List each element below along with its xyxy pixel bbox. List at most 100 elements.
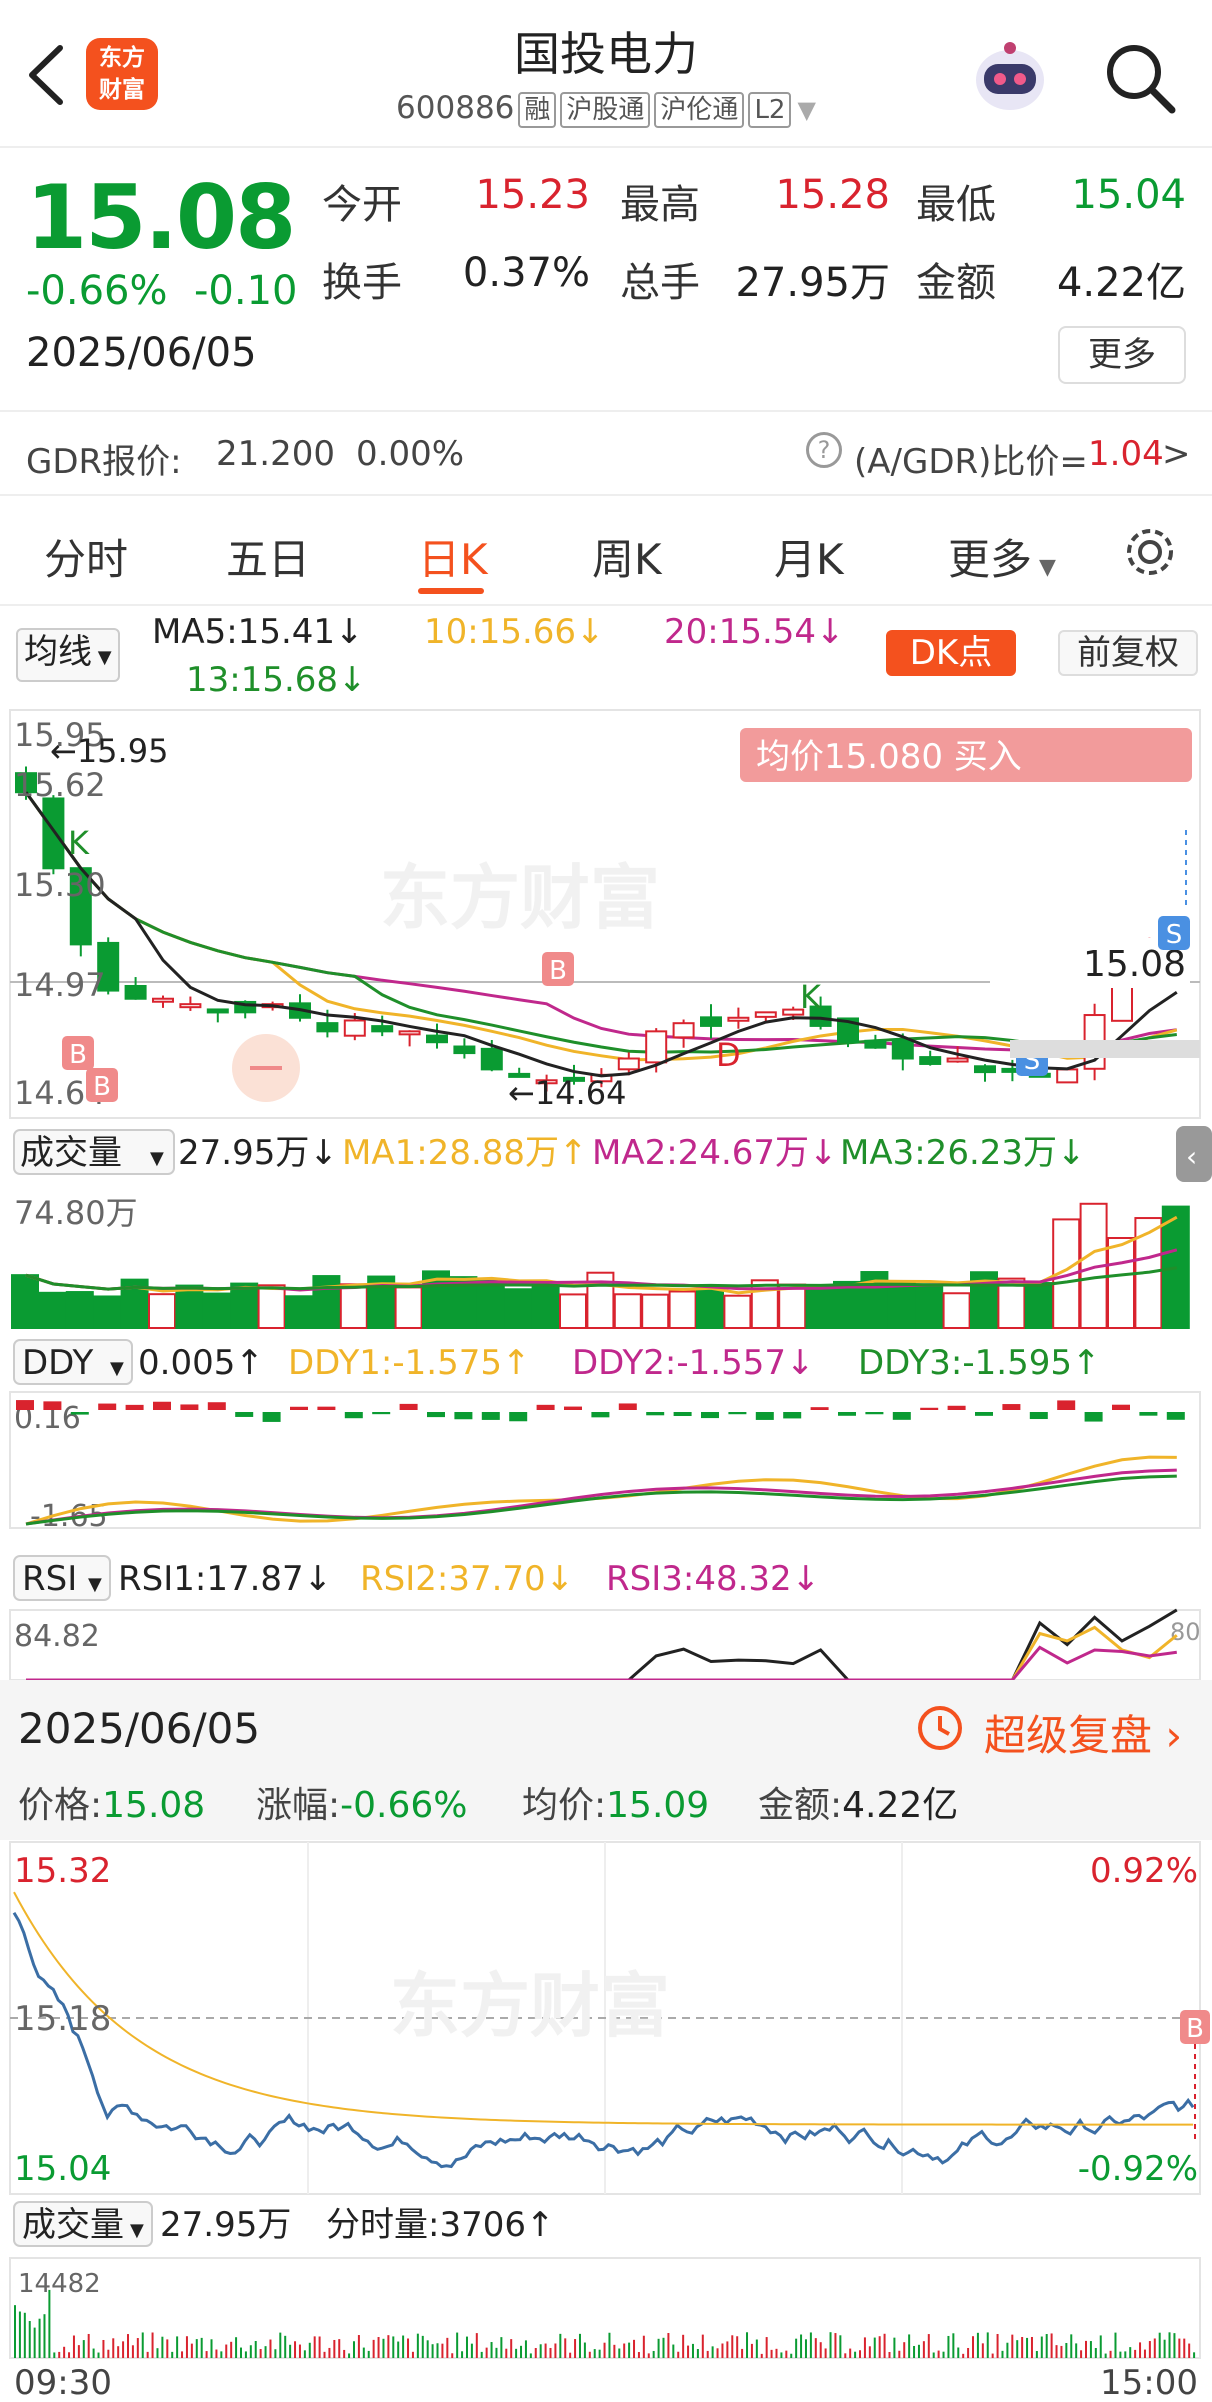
amount-label: 金额 — [916, 260, 996, 306]
intraday-volume-bar — [682, 2334, 685, 2358]
ddy-bar — [975, 1412, 993, 1416]
intraday-volume-bar — [343, 2349, 346, 2358]
intraday-volume-bar — [82, 2340, 85, 2358]
intraday-volume-bar — [903, 2342, 906, 2358]
help-icon[interactable]: ? — [806, 432, 842, 468]
super-replay-button[interactable]: 超级复盘 › — [984, 1702, 1182, 1763]
intraday-volume-bar — [524, 2340, 527, 2358]
intraday-volume-bar — [1153, 2338, 1156, 2358]
intraday-volume-bar — [1188, 2343, 1191, 2358]
top-bar: 东方 财富 国投电力 600886 融沪股通 沪伦通 L2 ▼ — [0, 0, 1212, 148]
more-button[interactable]: 更多 — [1058, 326, 1186, 384]
ddy-bar — [235, 1412, 254, 1417]
ddy-bar — [536, 1404, 555, 1410]
intraday-volume-bar — [908, 2334, 911, 2358]
svg-text:S: S — [1166, 920, 1183, 950]
intraday-volume-bar — [328, 2347, 331, 2358]
svg-text:RSI: RSI — [22, 1559, 77, 1599]
intraday-volume-bar — [28, 2321, 31, 2358]
search-icon[interactable] — [1100, 38, 1180, 118]
volume-bar — [476, 1278, 505, 1329]
candle-body — [453, 1045, 476, 1055]
intraday-volume-bar — [107, 2349, 110, 2358]
intraday-volume-bar — [63, 2346, 66, 2358]
intraday-chart-area[interactable]: 东方财富 15.32 15.18 15.04 0.92% -0.92% B 成交… — [0, 1840, 1212, 2402]
intraday-y-max: 15.32 — [14, 1851, 111, 1891]
ddy-bar — [1084, 1412, 1103, 1422]
tab-weekly-k[interactable]: 周K — [592, 526, 662, 587]
tab-daily-k[interactable]: 日K — [418, 526, 488, 587]
intraday-volume-bar — [1124, 2351, 1127, 2358]
svg-text:▼: ▼ — [88, 1574, 102, 1595]
svg-text:DDY: DDY — [22, 1343, 94, 1383]
y-axis-4: 14.97 — [14, 966, 106, 1004]
intraday-volume-bar — [136, 2338, 139, 2358]
intraday-volume-bar — [927, 2334, 930, 2358]
intraday-volume-bar — [1183, 2338, 1186, 2358]
intraday-volume-bar — [932, 2352, 935, 2358]
intraday-volume-bar — [210, 2339, 213, 2358]
tab-monthly-k[interactable]: 月K — [774, 526, 844, 587]
indicator-select[interactable]: 均线 ▼ — [16, 628, 120, 682]
kline-chart-area[interactable]: 东方财富 均价15.080 买入 15.08 15.95 15.62 15.30… — [0, 706, 1212, 1680]
ddy-bar — [673, 1412, 692, 1417]
chevron-right-icon[interactable]: > — [1162, 434, 1191, 474]
intraday-volume-bar — [647, 2353, 650, 2358]
svg-text:K: K — [800, 978, 822, 1016]
svg-text:D: D — [716, 1036, 741, 1074]
intraday-volume-bar — [623, 2343, 626, 2358]
volume-bar — [230, 1282, 259, 1330]
intraday-volume-bar — [421, 2335, 424, 2358]
intraday-volume-bar — [593, 2349, 596, 2358]
clock-replay-icon[interactable] — [914, 1702, 966, 1754]
rsi-y-max: 84.82 — [14, 1619, 100, 1654]
candle-body — [480, 1047, 503, 1071]
gear-icon[interactable] — [1120, 522, 1180, 582]
turnover-value: 0.37% — [462, 250, 590, 296]
adjust-select[interactable]: 前复权 — [1058, 630, 1198, 676]
intraday-volume-legend: 成交量 ▼ 27.95万 分时量:3706↑ — [13, 2201, 554, 2247]
tab-more[interactable]: 更多 ▼ — [948, 526, 1056, 587]
intraday-volume-bar — [996, 2333, 999, 2358]
intraday-pct-max: 0.92% — [1090, 1851, 1198, 1891]
volume-y-max: 74.80万 — [14, 1194, 138, 1232]
watermark: 东方财富 — [380, 857, 660, 939]
intraday-volume-bar — [942, 2351, 945, 2358]
candle-body — [398, 1030, 421, 1036]
intraday-volume-bar — [1040, 2336, 1043, 2358]
intraday-volume-bar — [721, 2343, 724, 2358]
candle-body — [1056, 1068, 1079, 1084]
intraday-volume-bar — [377, 2337, 380, 2358]
vol-ma1: MA1:28.88万↑ — [342, 1133, 588, 1173]
intraday-volume-bar — [58, 2351, 61, 2358]
ma20-value: 20:15.54↓ — [664, 612, 845, 652]
ddy3-value: DDY3:-1.595↑ — [858, 1343, 1100, 1383]
intraday-volume-bar — [574, 2339, 577, 2358]
intraday-volume-bar — [691, 2343, 694, 2358]
intraday-volume-bar — [1129, 2347, 1132, 2358]
candle-body — [672, 1022, 695, 1039]
intraday-volume-bar — [726, 2341, 729, 2358]
candle-body — [343, 1019, 366, 1037]
candle-body — [42, 797, 65, 870]
svg-text:B: B — [69, 1040, 87, 1070]
dk-point-button[interactable]: DK点 — [886, 630, 1016, 676]
chevron-down-icon[interactable]: ▼ — [797, 96, 815, 124]
robot-assistant-icon[interactable] — [968, 34, 1052, 118]
intraday-volume-bar — [451, 2353, 454, 2358]
intraday-volume-bar — [259, 2348, 262, 2358]
tab-five-day[interactable]: 五日 — [226, 526, 310, 587]
intraday-volume-bar — [313, 2336, 316, 2358]
intraday-volume-bar — [131, 2345, 134, 2358]
gdr-bar: GDR报价: 21.200 0.00% ? (A/GDR)比价= 1.04 > — [0, 410, 1212, 496]
intraday-volume-bar — [141, 2332, 144, 2358]
intraday-volume-bar — [667, 2333, 670, 2358]
intraday-volume-bar — [672, 2344, 675, 2358]
tab-intraday[interactable]: 分时 — [44, 526, 128, 587]
intraday-volume-bar — [868, 2346, 871, 2358]
intraday-volume-bar — [500, 2337, 503, 2358]
volume-bar — [11, 1274, 39, 1329]
intraday-volume-bar — [269, 2339, 272, 2358]
intraday-volume-bar — [937, 2350, 940, 2358]
intraday-volume-bar — [544, 2343, 547, 2358]
